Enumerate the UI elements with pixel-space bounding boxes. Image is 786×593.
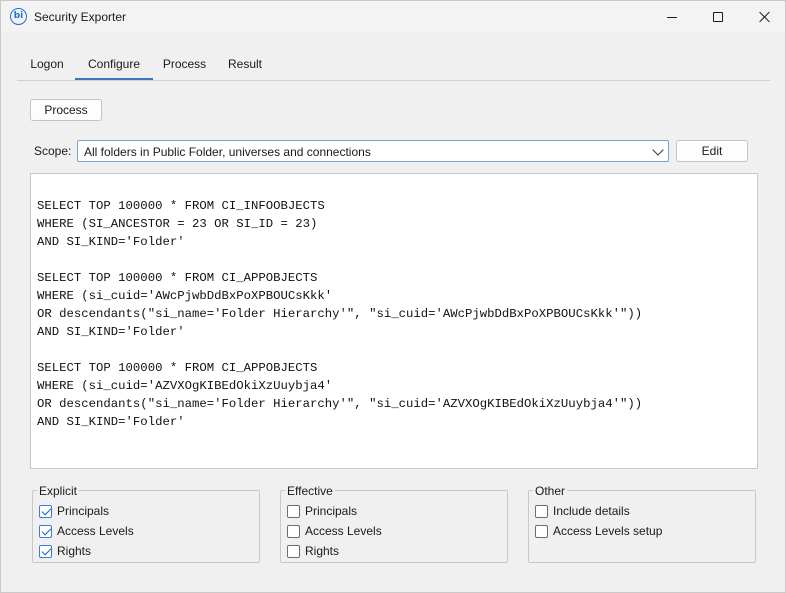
- query-editor[interactable]: SELECT TOP 100000 * FROM CI_INFOOBJECTS W…: [30, 173, 758, 469]
- query-line: OR descendants("si_name='Folder Hierarch…: [37, 397, 643, 411]
- checkbox-label: Access Levels: [57, 524, 134, 538]
- query-line: OR descendants("si_name='Folder Hierarch…: [37, 307, 643, 321]
- scope-dropdown[interactable]: All folders in Public Folder, universes …: [77, 140, 669, 162]
- title-bar: bi Security Exporter: [1, 1, 785, 33]
- checkbox-label: Access Levels: [305, 524, 382, 538]
- checkbox-label: Rights: [305, 544, 340, 558]
- effective-principals-checkbox[interactable]: Principals: [287, 503, 357, 519]
- query-line: WHERE (SI_ANCESTOR = 23 OR SI_ID = 23): [37, 217, 318, 231]
- effective-group-title: Effective: [285, 484, 335, 498]
- close-button[interactable]: [741, 1, 786, 33]
- query-line: SELECT TOP 100000 * FROM CI_APPOBJECTS: [37, 361, 318, 375]
- query-line: AND SI_KIND='Folder': [37, 235, 185, 249]
- edit-scope-button[interactable]: Edit: [676, 140, 748, 162]
- access-levels-setup-checkbox[interactable]: Access Levels setup: [535, 523, 662, 539]
- scope-selected-value: All folders in Public Folder, universes …: [84, 145, 371, 159]
- checkbox-label: Include details: [553, 504, 630, 518]
- explicit-group-title: Explicit: [37, 484, 80, 498]
- window-title: Security Exporter: [34, 10, 127, 24]
- tab-bar: Logon Configure Process Result: [17, 53, 770, 81]
- maximize-icon: [713, 12, 723, 22]
- checkbox-checked-icon: [39, 524, 52, 538]
- query-line: AND SI_KIND='Folder': [37, 325, 185, 339]
- chevron-down-icon: [652, 144, 664, 156]
- query-line: ​: [37, 251, 642, 269]
- effective-access-levels-checkbox[interactable]: Access Levels: [287, 523, 382, 539]
- minimize-button[interactable]: [649, 1, 695, 33]
- checkbox-unchecked-icon: [287, 544, 300, 558]
- tab-logon[interactable]: Logon: [17, 53, 77, 80]
- query-line: WHERE (si_cuid='AWcPjwbDdBxPoXPBOUCsKkk': [37, 289, 333, 303]
- query-line: WHERE (si_cuid='AZVXOgKIBEdOkiXzUuybja4': [37, 379, 333, 393]
- checkbox-unchecked-icon: [287, 504, 300, 518]
- checkbox-checked-icon: [39, 544, 52, 558]
- explicit-group: Explicit Principals Access Levels Rights: [32, 484, 260, 563]
- include-details-checkbox[interactable]: Include details: [535, 503, 630, 519]
- tab-result[interactable]: Result: [221, 53, 269, 80]
- process-button[interactable]: Process: [30, 99, 102, 121]
- query-line: SELECT TOP 100000 * FROM CI_INFOOBJECTS: [37, 199, 325, 213]
- checkbox-label: Principals: [305, 504, 358, 518]
- close-icon: [758, 11, 770, 23]
- app-logo-icon: bi: [10, 8, 27, 25]
- effective-rights-checkbox[interactable]: Rights: [287, 543, 339, 559]
- tab-configure[interactable]: Configure: [75, 53, 153, 80]
- scope-label: Scope:: [34, 144, 72, 158]
- checkbox-unchecked-icon: [535, 504, 548, 518]
- query-text: SELECT TOP 100000 * FROM CI_INFOOBJECTS W…: [37, 179, 642, 467]
- checkbox-unchecked-icon: [287, 524, 300, 538]
- maximize-button[interactable]: [695, 1, 741, 33]
- explicit-access-levels-checkbox[interactable]: Access Levels: [39, 523, 134, 539]
- minimize-icon: [667, 16, 677, 18]
- checkbox-label: Access Levels setup: [553, 524, 663, 538]
- checkbox-unchecked-icon: [535, 524, 548, 538]
- checkbox-checked-icon: [39, 504, 52, 518]
- checkbox-label: Principals: [57, 504, 110, 518]
- query-line: AND SI_KIND='Folder': [37, 415, 185, 429]
- tab-process[interactable]: Process: [157, 53, 212, 80]
- explicit-principals-checkbox[interactable]: Principals: [39, 503, 109, 519]
- query-line: ​: [37, 341, 642, 359]
- explicit-rights-checkbox[interactable]: Rights: [39, 543, 91, 559]
- other-group-title: Other: [533, 484, 568, 498]
- checkbox-label: Rights: [57, 544, 92, 558]
- other-group: Other Include details Access Levels setu…: [528, 484, 756, 563]
- effective-group: Effective Principals Access Levels Right…: [280, 484, 508, 563]
- query-line: SELECT TOP 100000 * FROM CI_APPOBJECTS: [37, 271, 318, 285]
- security-exporter-window: bi Security Exporter Logon Configure Pro…: [0, 0, 786, 593]
